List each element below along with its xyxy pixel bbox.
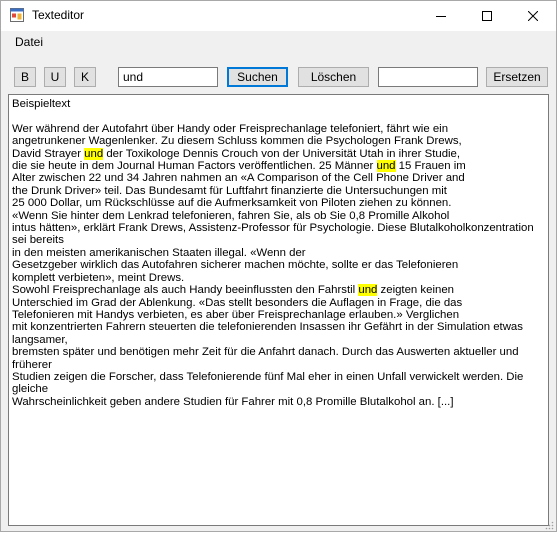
- texteditor-window: Texteditor Datei B U K Suchen Löschen Er…: [0, 0, 557, 532]
- editor-content[interactable]: Beispieltext Wer während der Autofahrt ü…: [10, 96, 547, 524]
- underline-button[interactable]: U: [44, 67, 66, 87]
- window-title: Texteditor: [32, 8, 85, 22]
- bold-button[interactable]: B: [14, 67, 36, 87]
- text-editor[interactable]: Beispieltext Wer während der Autofahrt ü…: [8, 94, 549, 526]
- close-button[interactable]: [510, 1, 556, 31]
- maximize-button[interactable]: [464, 1, 510, 31]
- search-highlight: und: [358, 284, 378, 297]
- minimize-button[interactable]: [418, 1, 464, 31]
- search-button[interactable]: Suchen: [227, 67, 288, 87]
- resize-grip-icon[interactable]: [544, 519, 554, 530]
- replace-input[interactable]: [378, 67, 478, 87]
- title-bar[interactable]: Texteditor: [1, 1, 556, 31]
- delete-button[interactable]: Löschen: [298, 67, 369, 87]
- italic-button[interactable]: K: [74, 67, 96, 87]
- window-app-icon[interactable]: [10, 8, 24, 22]
- text-segment: zeigten keinen Unterschied im Grad der A…: [12, 284, 524, 408]
- menu-bar: Datei: [1, 31, 556, 53]
- maximize-icon: [482, 11, 492, 21]
- search-highlight: und: [84, 147, 104, 160]
- text-segment: 15 Frauen im Alter zwischen 22 und 34 Ja…: [12, 160, 534, 297]
- minimize-icon: [436, 16, 446, 17]
- close-icon: [528, 11, 538, 21]
- search-highlight: und: [376, 160, 396, 173]
- replace-button[interactable]: Ersetzen: [486, 67, 548, 87]
- menu-datei[interactable]: Datei: [9, 34, 49, 50]
- search-input[interactable]: [118, 67, 218, 87]
